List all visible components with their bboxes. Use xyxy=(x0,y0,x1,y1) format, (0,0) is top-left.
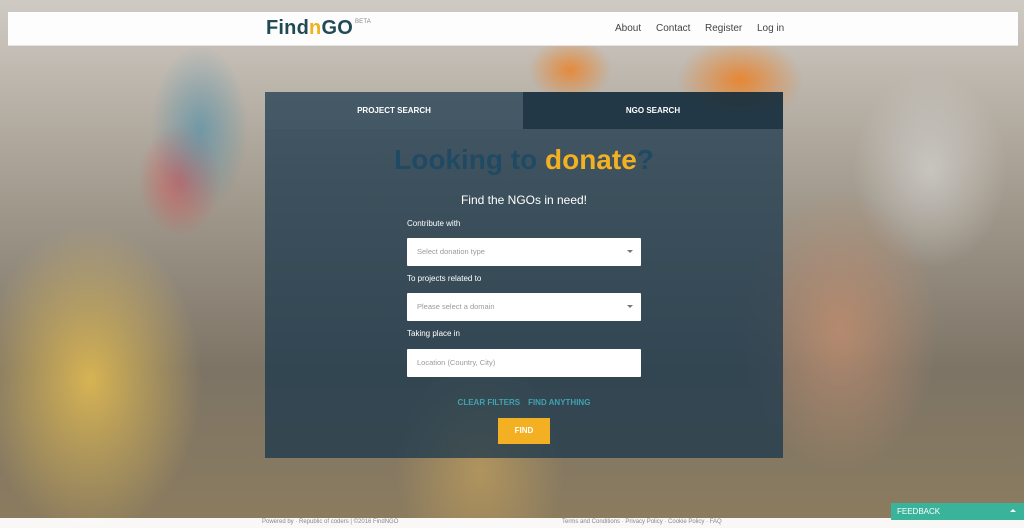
location-label: Taking place in xyxy=(407,329,460,338)
chevron-down-icon xyxy=(627,305,633,308)
chevron-up-icon xyxy=(1010,509,1016,512)
filter-links: CLEAR FILTERS FIND ANYTHING xyxy=(265,398,783,407)
projects-related-label: To projects related to xyxy=(407,274,482,283)
tab-ngo-search[interactable]: NGO SEARCH xyxy=(523,92,783,129)
beta-badge: BETA xyxy=(354,19,371,25)
domain-placeholder: Please select a domain xyxy=(417,302,495,311)
contribute-label: Contribute with xyxy=(407,219,461,228)
find-button[interactable]: FIND xyxy=(498,418,550,444)
nav-register[interactable]: Register xyxy=(705,23,742,34)
page-title: Looking to donate? xyxy=(265,144,783,176)
logo-text-n: n xyxy=(309,17,322,39)
search-panel: PROJECT SEARCH NGO SEARCH Looking to don… xyxy=(265,92,783,458)
find-anything-link[interactable]: FIND ANYTHING xyxy=(528,398,590,407)
top-navbar: FindnGO BETA About Contact Register Log i… xyxy=(8,12,1018,46)
findngo-logo[interactable]: FindnGO BETA xyxy=(266,17,371,40)
location-input[interactable]: Location (Country, City) xyxy=(407,349,641,377)
headline-question: ? xyxy=(636,144,654,175)
domain-select[interactable]: Please select a domain xyxy=(407,293,641,321)
clear-filters-link[interactable]: CLEAR FILTERS xyxy=(458,398,521,407)
nav-login[interactable]: Log in xyxy=(757,23,784,34)
logo-text-go: GO xyxy=(321,17,353,39)
donation-type-select[interactable]: Select donation type xyxy=(407,238,641,266)
headline-text: Looking to xyxy=(394,144,545,175)
logo-text-find: Find xyxy=(266,17,310,39)
feedback-label: FEEDBACK xyxy=(897,507,941,516)
footer: Powered by · Republic of coders | ©2016 … xyxy=(0,518,1024,528)
donation-type-placeholder: Select donation type xyxy=(417,247,485,256)
chevron-down-icon xyxy=(627,250,633,253)
nav-about[interactable]: About xyxy=(615,23,641,34)
feedback-button[interactable]: FEEDBACK xyxy=(891,503,1024,520)
tab-project-search[interactable]: PROJECT SEARCH xyxy=(265,92,523,129)
page-subtitle: Find the NGOs in need! xyxy=(460,193,588,207)
location-placeholder: Location (Country, City) xyxy=(417,358,496,367)
nav-contact[interactable]: Contact xyxy=(656,23,690,34)
footer-credits: Powered by · Republic of coders | ©2016 … xyxy=(262,519,399,525)
headline-highlight: donate xyxy=(544,144,637,175)
footer-links[interactable]: Terms and Conditions · Privacy Policy · … xyxy=(562,519,722,525)
search-tabs: PROJECT SEARCH NGO SEARCH xyxy=(265,92,783,129)
